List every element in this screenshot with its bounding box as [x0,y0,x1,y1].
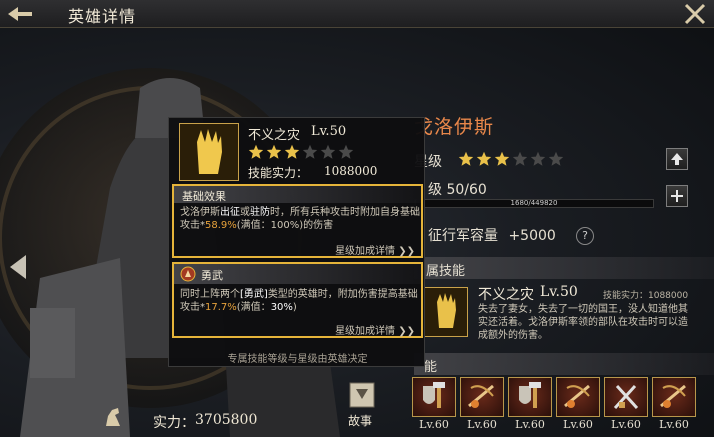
march-capacity-value: +5000 [508,228,556,244]
star-filled-icon [248,144,264,164]
star-empty-icon [320,144,336,164]
sword-cross-icon[interactable] [604,377,648,417]
level-up-button[interactable] [666,185,688,207]
level-label: 级 50/60 [428,182,487,198]
text-part: 戈洛伊斯 [180,207,220,218]
exp-progress-text: 1680/449820 [510,199,558,207]
skill-section-title: 属技能 [426,264,466,279]
text-part: 58.9% [205,220,237,231]
skill-name: 不义之灾 [478,287,534,303]
popup-skill-level: Lv.50 [311,124,347,139]
troop-level: Lv.60 [563,418,593,431]
base-effect-star-detail-link[interactable]: 星级加成详情 ❯❯ [335,242,415,257]
link-text: 星级加成详情 [335,246,396,257]
base-effect-title: 基础效果 [182,190,226,203]
popup-star-rating [248,144,354,164]
text-part: ) [292,302,297,313]
skill-level: Lv.50 [540,284,578,300]
troop-level: Lv.60 [659,418,689,431]
hero-star-rating [458,151,564,171]
troop-level: Lv.60 [611,418,641,431]
star-filled-icon [284,144,300,164]
text-part: (满值：100%)的伤害 [236,220,334,231]
skill-description: 失去了妻女，失去了一切的国王，没人知道他其实还活着。戈洛伊斯率领的部队在攻击时可… [478,304,688,341]
troop-level: Lv.60 [467,418,497,431]
hero-name: 戈洛伊斯 [414,116,495,138]
text-part: (满值： [236,302,271,313]
help-icon[interactable]: ? [576,227,594,245]
star-empty-icon [338,144,354,164]
troop-section-header: 能 [414,353,714,375]
brave-effect-box: 勇武 同时上阵两个[勇武]类型的英雄时，附加伤害提高基础攻击*17.7%(满值：… [172,262,423,338]
popup-skill-fist-icon [179,123,239,181]
brave-emblem-icon [180,266,196,282]
troop-level: Lv.60 [419,418,449,431]
text-part: 或 [240,207,250,218]
popup-power-label: 技能实力： [248,166,309,180]
crossbow-icon[interactable] [460,377,504,417]
popup-skill-name: 不义之灾 [248,128,301,143]
shield-hammer-icon[interactable] [508,377,552,417]
brave-text: 同时上阵两个[勇武]类型的英雄时，附加伤害提高基础攻击*17.7%(满值：30%… [180,288,420,314]
shield-hammer-icon[interactable] [412,377,456,417]
skill-section-header: 属技能 [414,257,714,279]
close-icon[interactable] [682,1,708,27]
page-title: 英雄详情 [68,7,137,26]
base-effect-text: 戈洛伊斯出征或驻防时，所有兵种攻击时附加自身基础攻击*58.9%(满值：100%… [180,206,420,232]
power-label: 实力： [153,415,195,431]
star-filled-icon [494,151,510,171]
star-empty-icon [302,144,318,164]
text-part: 17.7% [205,302,237,313]
back-arrow-icon[interactable] [4,2,34,26]
star-filled-icon [266,144,282,164]
power-value: 3705800 [195,412,258,428]
text-part: 驻防 [250,207,270,218]
previous-hero-arrow-icon[interactable] [6,252,30,282]
troop-level: Lv.60 [515,418,545,431]
base-effect-box: 基础效果 戈洛伊斯出征或驻防时，所有兵种攻击时附加自身基础攻击*58.9%(满值… [172,184,423,258]
star-empty-icon [512,151,528,171]
text-part: 出征 [220,207,240,218]
star-filled-icon [476,151,492,171]
horse-power-icon [100,404,126,430]
crossbow-icon[interactable] [652,377,696,417]
text-part: 同时上阵两个 [180,289,240,300]
popup-footer-note: 专属技能等级与星级由英雄决定 [227,354,368,365]
text-part: [勇武] [240,289,268,300]
star-filled-icon [458,151,474,171]
star-empty-icon [530,151,546,171]
link-text: 星级加成详情 [335,326,396,337]
march-capacity-name: 征行军容量 [428,228,498,244]
march-capacity-label: 征行军容量 +5000 [428,225,556,245]
story-label: 故事 [348,414,373,428]
star-up-button[interactable] [666,148,688,170]
crossbow-icon[interactable] [556,377,600,417]
star-empty-icon [548,151,564,171]
brave-title-bar: 勇武 [174,264,421,284]
text-part: 30% [270,302,293,313]
skill-fist-icon[interactable] [424,287,468,337]
exp-progress-bar: 1680/449820 [414,199,654,208]
base-effect-title-bar: 基础效果 [174,186,421,203]
top-bar: 英雄详情 [0,0,714,28]
skill-power: 技能实力：1088000 [603,291,689,301]
brave-star-detail-link[interactable]: 星级加成详情 ❯❯ [335,322,415,337]
skill-detail-popup: 不义之灾 Lv.50 技能实力： 1088000 基础效果 戈洛伊斯出征或驻防时… [168,117,425,367]
brave-title: 勇武 [201,269,223,282]
popup-power-value: 1088000 [324,164,378,178]
